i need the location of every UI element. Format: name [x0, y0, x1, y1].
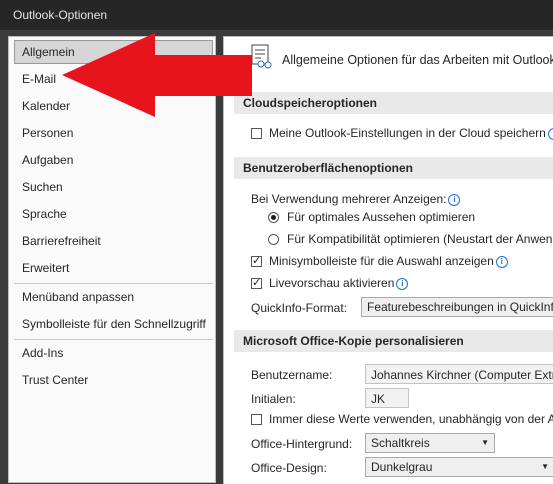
office-design-value: Dunkelgrau	[371, 460, 433, 474]
optimal-appearance-label[interactable]: Für optimales Aussehen optimieren	[287, 210, 475, 224]
chevron-down-icon: ▼	[541, 462, 549, 471]
info-icon[interactable]: i	[396, 278, 409, 290]
username-label: Benutzername:	[251, 368, 333, 382]
options-main-panel: Allgemeine Optionen für das Arbeiten mit…	[223, 36, 553, 484]
office-background-label: Office-Hintergrund:	[251, 437, 353, 451]
initials-field[interactable]: JK	[365, 388, 409, 408]
sidebar-item-menueband[interactable]: Menüband anpassen	[14, 285, 213, 309]
mini-toolbar-label[interactable]: Minisymbolleiste für die Auswahl anzeige…	[269, 254, 508, 268]
always-use-checkbox[interactable]	[251, 414, 262, 425]
live-preview-checkbox[interactable]	[251, 276, 262, 289]
section-office: Microsoft Office-Kopie personalisieren	[234, 330, 553, 352]
sidebar-item-trust-center[interactable]: Trust Center	[14, 368, 213, 392]
sidebar-item-sprache[interactable]: Sprache	[14, 202, 213, 226]
page-header: Allgemeine Optionen für das Arbeiten mit…	[282, 53, 553, 67]
office-background-value: Schaltkreis	[371, 436, 430, 450]
annotation-arrow-icon	[62, 33, 252, 117]
sidebar-item-aufgaben[interactable]: Aufgaben	[14, 148, 213, 172]
window-title: Outlook-Optionen	[13, 8, 108, 22]
info-icon[interactable]: i	[495, 256, 508, 268]
title-bar: Outlook-Optionen	[0, 0, 553, 30]
cloud-settings-checkbox[interactable]	[251, 128, 262, 139]
optimal-appearance-radio[interactable]	[268, 212, 279, 223]
username-field[interactable]: Johannes Kirchner (Computer Extra)	[365, 364, 553, 384]
sidebar-item-erweitert[interactable]: Erweitert	[14, 256, 213, 280]
sidebar-divider	[14, 339, 213, 340]
chevron-down-icon: ▼	[481, 438, 489, 447]
cloud-settings-label[interactable]: Meine Outlook-Einstellungen in der Cloud…	[269, 126, 553, 140]
compatibility-radio[interactable]	[268, 234, 279, 245]
quickinfo-format-label: QuickInfo-Format:	[251, 301, 348, 315]
section-cloud: Cloudspeicheroptionen	[234, 92, 553, 114]
office-design-label: Office-Design:	[251, 461, 327, 475]
mini-toolbar-checkbox[interactable]	[251, 254, 262, 267]
sidebar-divider	[14, 283, 213, 284]
compatibility-label[interactable]: Für Kompatibilität optimieren (Neustart …	[287, 232, 553, 246]
section-ui: Benutzeroberflächenoptionen	[234, 157, 553, 179]
info-icon[interactable]: i	[448, 194, 461, 206]
sidebar-item-personen[interactable]: Personen	[14, 121, 213, 145]
info-icon[interactable]: i	[547, 128, 553, 140]
quickinfo-format-value: Featurebeschreibungen in QuickInfos anze…	[367, 300, 553, 314]
always-use-label[interactable]: Immer diese Werte verwenden, unabhängig …	[269, 412, 553, 426]
office-design-dropdown[interactable]: Dunkelgrau ▼	[365, 457, 553, 477]
sidebar-item-suchen[interactable]: Suchen	[14, 175, 213, 199]
live-preview-label[interactable]: Livevorschau aktivieren i	[269, 276, 409, 290]
sidebar-item-add-ins[interactable]: Add-Ins	[14, 341, 213, 365]
quickinfo-format-dropdown[interactable]: Featurebeschreibungen in QuickInfos anze…	[361, 297, 553, 317]
multi-display-label: Bei Verwendung mehrerer Anzeigen: i	[251, 192, 461, 206]
initials-label: Initialen:	[251, 392, 296, 406]
sidebar-item-barrierefreiheit[interactable]: Barrierefreiheit	[14, 229, 213, 253]
office-background-dropdown[interactable]: Schaltkreis ▼	[365, 433, 495, 453]
sidebar-item-schnellzugriff[interactable]: Symbolleiste für den Schnellzugriff	[14, 312, 213, 336]
